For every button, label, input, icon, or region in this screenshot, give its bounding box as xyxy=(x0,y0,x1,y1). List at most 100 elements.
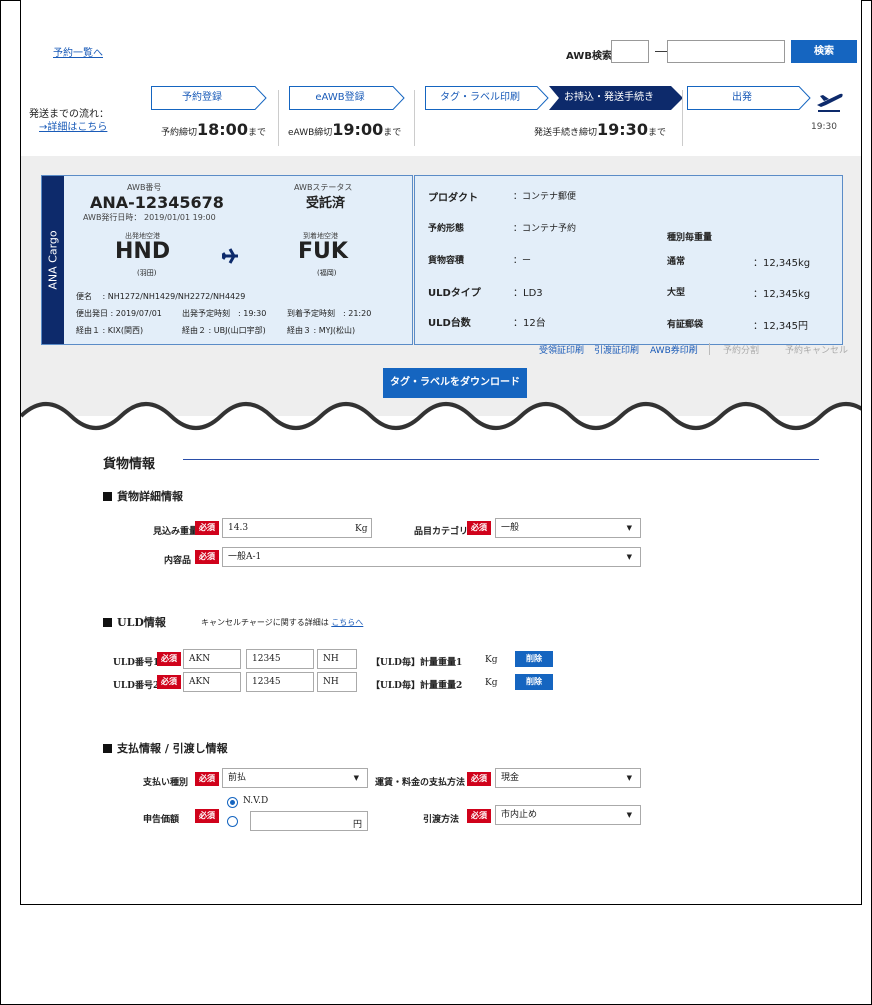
cancel-charge-link[interactable]: こちらへ xyxy=(331,618,363,627)
uld-type-input[interactable]: AKN xyxy=(183,649,241,669)
deadline-prefix: 発送手続き締切 xyxy=(534,128,598,138)
estimated-weight-input[interactable]: 14.3 xyxy=(222,518,372,538)
note-text: キャンセルチャージに関する詳細は xyxy=(201,618,329,627)
uld-section-title: ULD情報 xyxy=(103,614,166,630)
airplane-icon xyxy=(221,248,238,264)
awb-issued-datetime: AWB発行日時： 2019/01/01 19:00 xyxy=(83,213,216,222)
delete-uld-button[interactable]: 削除 xyxy=(515,674,553,690)
via-2: 経由２ : UBJ(山口宇部) xyxy=(182,326,266,335)
booking-detail-page: 予約一覧へ AWB検索 ― 検索 発送までの流れ： →詳細はこちら 予約登録 e… xyxy=(20,0,862,905)
uld-carrier-input[interactable]: NH xyxy=(317,649,357,669)
dropoff-deadline: 発送手続き締切19:30まで xyxy=(534,120,666,139)
fee-payment-method-label: 運賃・料金の支払方法 xyxy=(375,778,466,788)
awb-number-input[interactable] xyxy=(667,40,785,63)
deadline-prefix: 予約締切 xyxy=(161,128,198,138)
required-badge: 必須 xyxy=(157,675,181,689)
uld-weight-label: 【ULD毎】計量重量1 xyxy=(371,658,463,668)
flow-step-eawb: eAWB登録 xyxy=(289,86,405,110)
delivery-method-select[interactable]: 市内止め xyxy=(495,805,641,825)
uld-weight-label: 【ULD毎】計量重量2 xyxy=(371,681,463,691)
print-awb-link[interactable]: AWB券印刷 xyxy=(650,343,698,356)
payment-section-title: 支払情報 / 引渡し情報 xyxy=(103,740,228,756)
estimated-weight-label: 見込み重量 xyxy=(153,527,199,537)
departure-date: 便出発日 : 2019/07/01 xyxy=(76,309,162,318)
title-underline xyxy=(183,459,819,460)
required-badge: 必須 xyxy=(195,521,219,535)
payment-type-label: 支払い種別 xyxy=(143,778,189,788)
uld-serial-input[interactable]: 12345 xyxy=(246,672,314,692)
weight-value: ：12,345kg xyxy=(753,258,811,269)
required-badge: 必須 xyxy=(195,772,219,786)
airplane-takeoff-icon xyxy=(817,93,843,112)
info-value: ：LD3 xyxy=(513,288,543,299)
flow-step-label: 出発 xyxy=(732,92,752,103)
declared-amount-radio[interactable] xyxy=(227,816,238,827)
flow-step-label: eAWB登録 xyxy=(315,92,365,103)
awb-number: ANA-12345678 xyxy=(90,193,224,212)
back-to-booking-list-link[interactable]: 予約一覧へ xyxy=(53,44,103,59)
weight-label: 有証郵袋 xyxy=(667,320,704,330)
select-value: 一般A-1 xyxy=(228,552,262,562)
select-value: 現金 xyxy=(501,773,520,783)
departure-scheduled-time: 出発予定時刻 : 19:30 xyxy=(182,309,267,318)
awb-search-label: AWB検索 xyxy=(566,51,612,62)
deadline-suffix: まで xyxy=(383,128,402,138)
uld-type-input[interactable]: AKN xyxy=(183,672,241,692)
info-value: ：コンテナ郵便 xyxy=(513,192,577,202)
origin-airport-code: HND xyxy=(115,239,171,264)
nvd-radio[interactable] xyxy=(227,797,238,808)
deadline-time: 19:00 xyxy=(332,120,384,139)
required-badge: 必須 xyxy=(467,521,491,535)
info-value: ：コンテナ予約 xyxy=(513,224,577,234)
flow-detail-link[interactable]: →詳細はこちら xyxy=(39,121,109,134)
booking-info-panel: プロダクト ：コンテナ郵便 予約形態 ：コンテナ予約 貨物容積 ：ー ULDタイ… xyxy=(414,175,843,345)
delivery-method-label: 引渡方法 xyxy=(423,815,460,825)
flow-separator xyxy=(682,90,683,146)
booking-deadline: 予約締切18:00まで xyxy=(161,120,266,139)
cancel-charge-note: キャンセルチャージに関する詳細は こちらへ xyxy=(201,617,363,628)
weight-unit: Kg xyxy=(485,678,498,688)
info-label: ULD台数 xyxy=(428,318,471,329)
eawb-deadline: eAWB締切19:00まで xyxy=(288,120,401,139)
yen-unit: 円 xyxy=(353,820,363,830)
cancel-booking-link[interactable]: 予約キャンセル xyxy=(785,343,848,356)
uld-carrier-input[interactable]: NH xyxy=(317,672,357,692)
deadline-time: 18:00 xyxy=(197,120,248,139)
info-label: プロダクト xyxy=(428,193,478,204)
flow-step-dropoff-active: お持込・発送手続き xyxy=(549,86,683,110)
item-category-select[interactable]: 一般 xyxy=(495,518,641,538)
info-value: ：ー xyxy=(513,256,532,266)
payment-type-select[interactable]: 前払 xyxy=(222,768,368,788)
weight-by-type-title: 種別毎重量 xyxy=(667,233,713,243)
flow-separator xyxy=(278,90,279,146)
uld-serial-input[interactable]: 12345 xyxy=(246,649,314,669)
weight-value: ：12,345kg xyxy=(753,289,811,300)
action-divider xyxy=(709,343,710,355)
print-receipt-link[interactable]: 受領証印刷 xyxy=(539,343,584,356)
required-badge: 必須 xyxy=(195,550,219,564)
print-handover-link[interactable]: 引渡証印刷 xyxy=(594,343,639,356)
declared-amount-input[interactable] xyxy=(250,811,368,831)
awb-card: ANA Cargo AWB番号 ANA-12345678 AWB発行日時： 20… xyxy=(41,175,413,345)
contents-select[interactable]: 一般A-1 xyxy=(222,547,641,567)
required-badge: 必須 xyxy=(467,809,491,823)
cargo-detail-section-title: 貨物詳細情報 xyxy=(103,488,183,504)
select-value: 市内止め xyxy=(501,810,538,820)
via-3: 経由３ : MYJ(松山) xyxy=(287,326,356,335)
via-1: 経由１ : KIX(関西) xyxy=(76,326,144,335)
delete-uld-button[interactable]: 削除 xyxy=(515,651,553,667)
awb-prefix-input[interactable] xyxy=(611,40,649,63)
flow-step-tag-print: タグ・ラベル印刷 xyxy=(425,86,549,110)
declared-value-label: 申告価額 xyxy=(143,815,180,825)
flow-step-label: タグ・ラベル印刷 xyxy=(440,92,520,103)
fee-payment-method-select[interactable]: 現金 xyxy=(495,768,641,788)
search-button[interactable]: 検索 xyxy=(791,40,857,63)
deadline-prefix: eAWB締切 xyxy=(288,128,333,138)
wave-divider xyxy=(21,402,861,438)
destination-airport-name: (福岡) xyxy=(317,269,337,277)
flow-step-departure: 出発 xyxy=(687,86,811,110)
select-value: 一般 xyxy=(501,523,520,533)
split-booking-link[interactable]: 予約分割 xyxy=(723,343,759,356)
required-badge: 必須 xyxy=(467,772,491,786)
carrier-name: ANA Cargo xyxy=(46,230,60,290)
